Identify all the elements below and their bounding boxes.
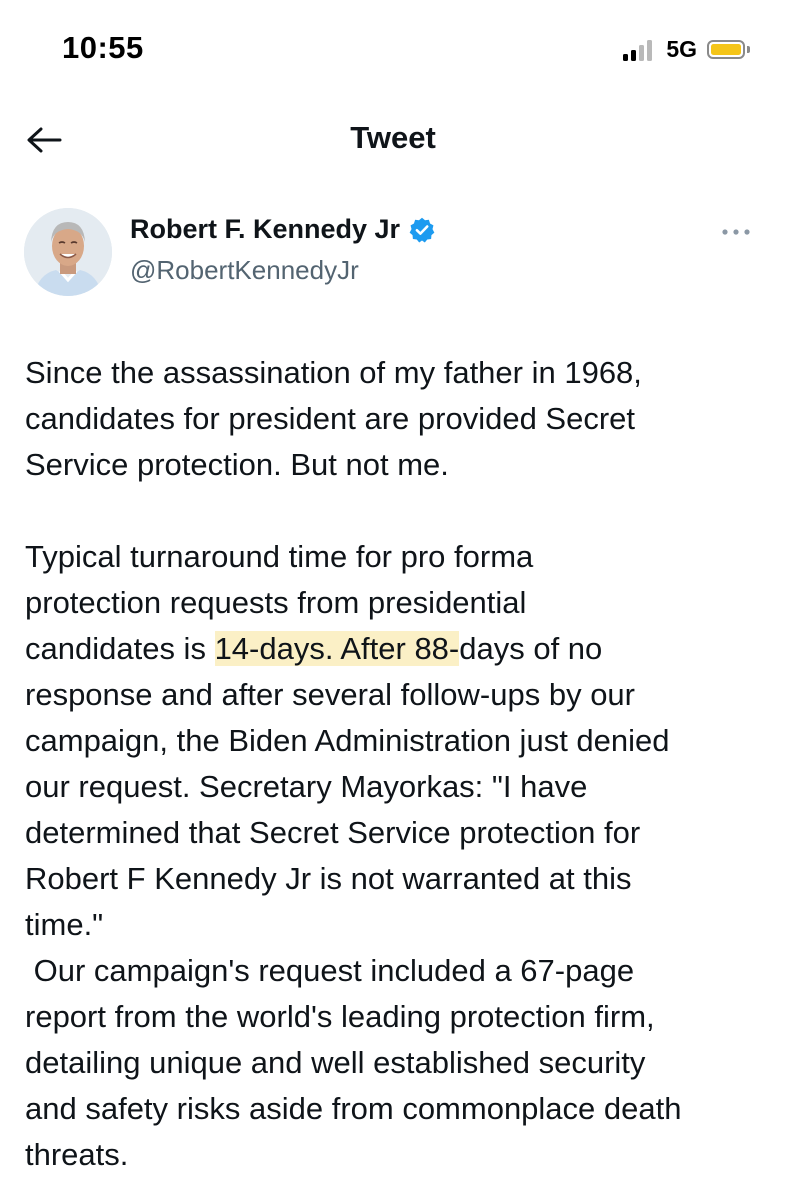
cellular-signal-icon bbox=[623, 39, 653, 61]
highlighted-text: 14-days. After 88- bbox=[214, 631, 460, 666]
avatar[interactable] bbox=[24, 208, 112, 296]
tweet-text-segment: candidates is bbox=[25, 631, 215, 666]
tweet-text: Since the assassination of my father in … bbox=[25, 350, 768, 1178]
tweet-line: time." bbox=[25, 907, 104, 942]
tweet-author: Robert F. Kennedy Jr @RobertKennedyJr bbox=[24, 208, 766, 304]
avatar-portrait-icon bbox=[24, 208, 112, 296]
tweet-line: Since the assassination of my father in … bbox=[25, 355, 642, 390]
network-type: 5G bbox=[666, 36, 697, 62]
tweet-header: Tweet bbox=[0, 100, 786, 180]
tweet-line: Typical turnaround time for pro forma bbox=[25, 539, 534, 574]
display-name[interactable]: Robert F. Kennedy Jr bbox=[130, 214, 400, 245]
tweet-line-highlighted: candidates is 14-days. After 88-days of … bbox=[25, 626, 768, 672]
tweet-line: and safety risks aside from commonplace … bbox=[25, 1091, 682, 1126]
battery-icon bbox=[707, 40, 745, 59]
author-handle[interactable]: @RobertKennedyJr bbox=[130, 255, 436, 286]
tweet-line: Our campaign's request included a 67-pag… bbox=[25, 953, 635, 988]
tweet-line: Robert F Kennedy Jr is not warranted at … bbox=[25, 861, 632, 896]
more-options-button[interactable] bbox=[716, 220, 756, 244]
tweet-line: Service protection. But not me. bbox=[25, 447, 449, 482]
tweet-line: detailing unique and well established se… bbox=[25, 1045, 646, 1080]
tweet-line: our request. Secretary Mayorkas: "I have bbox=[25, 769, 588, 804]
tweet-text-segment: days of no bbox=[459, 631, 603, 666]
tweet-line: determined that Secret Service protectio… bbox=[25, 815, 641, 850]
status-indicators: 5G bbox=[623, 36, 750, 63]
tweet-line: response and after several follow-ups by… bbox=[25, 677, 635, 712]
author-names[interactable]: Robert F. Kennedy Jr @RobertKennedyJr bbox=[130, 214, 436, 286]
display-name-row: Robert F. Kennedy Jr bbox=[130, 214, 436, 245]
more-horizontal-icon bbox=[722, 229, 750, 235]
tweet-line: candidates for president are provided Se… bbox=[25, 401, 636, 436]
tweet-line: threats. bbox=[25, 1137, 129, 1172]
status-time: 10:55 bbox=[62, 30, 144, 65]
page-title: Tweet bbox=[350, 120, 436, 155]
battery-tip bbox=[747, 46, 750, 53]
tweet-line: campaign, the Biden Administration just … bbox=[25, 723, 670, 758]
tweet-screen: 10:55 5G Tweet Robert F. Kennedy Jr @Rob… bbox=[0, 0, 786, 1200]
status-bar: 10:55 5G bbox=[0, 0, 786, 100]
tweet-line: protection requests from presidential bbox=[25, 585, 527, 620]
tweet-line: report from the world's leading protecti… bbox=[25, 999, 655, 1034]
verified-badge-icon bbox=[409, 217, 435, 242]
